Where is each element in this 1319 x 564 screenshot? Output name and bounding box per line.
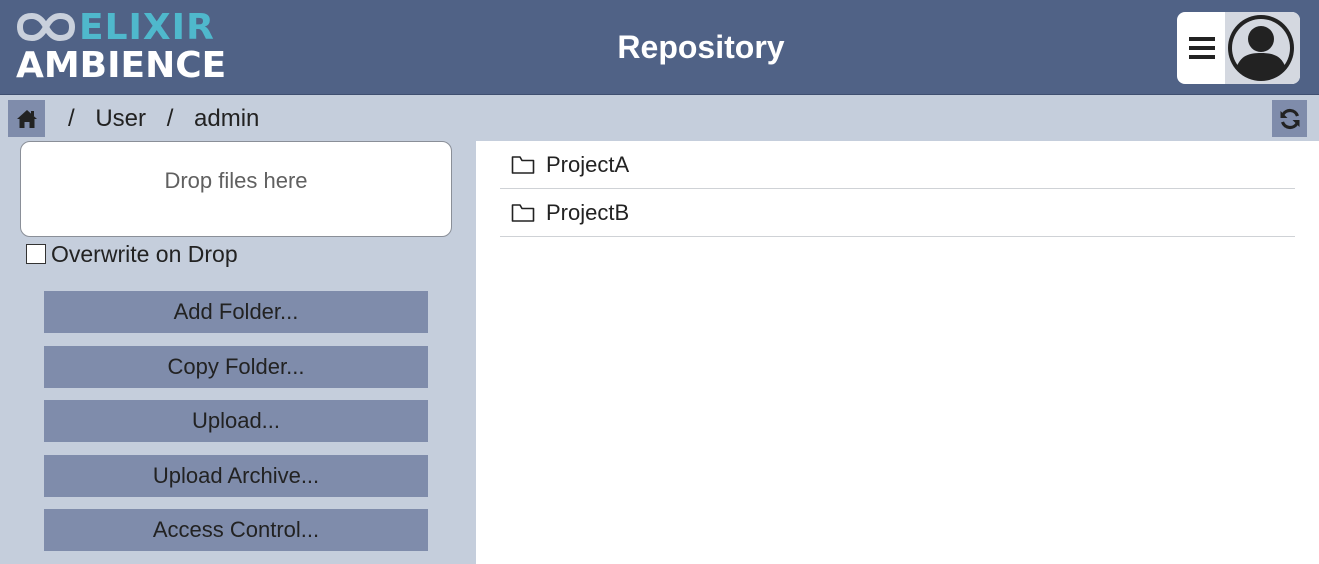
breadcrumb-bar: / User / admin [0,96,1319,140]
home-button[interactable] [8,100,45,137]
folder-icon [511,155,535,174]
breadcrumb-item-user[interactable]: User [95,105,146,132]
drop-zone-label: Drop files here [164,168,308,193]
refresh-button[interactable] [1272,100,1307,137]
copy-folder-button[interactable]: Copy Folder... [44,346,428,388]
overwrite-label: Overwrite on Drop [51,240,238,267]
list-item-projectb[interactable]: ProjectB [500,189,1295,237]
list-item-projecta[interactable]: ProjectA [500,141,1295,189]
access-control-button[interactable]: Access Control... [44,509,428,551]
upload-button[interactable]: Upload... [44,400,428,442]
file-list: ProjectA ProjectB [476,141,1319,564]
refresh-icon [1280,108,1299,129]
add-folder-button[interactable]: Add Folder... [44,291,428,333]
app-header: ELIXIR AMBIENCE Repository [0,0,1319,95]
upload-archive-button[interactable]: Upload Archive... [44,455,428,497]
folder-name: ProjectB [546,199,630,225]
breadcrumb-item-admin[interactable]: admin [194,105,259,132]
home-icon [16,109,37,128]
hamburger-menu-icon[interactable] [1189,37,1215,59]
overwrite-on-drop-option[interactable]: Overwrite on Drop [26,241,238,267]
file-drop-zone[interactable]: Drop files here [20,141,452,237]
folder-name: ProjectA [546,151,630,177]
folder-icon [511,203,535,222]
breadcrumb-separator: / [166,105,174,132]
breadcrumb: / User / admin [68,106,273,132]
user-avatar-icon[interactable] [1226,13,1296,83]
breadcrumb-separator: / [68,105,75,132]
user-menu[interactable] [1177,12,1300,84]
overwrite-checkbox[interactable] [26,244,46,264]
page-title: Repository [617,29,785,65]
